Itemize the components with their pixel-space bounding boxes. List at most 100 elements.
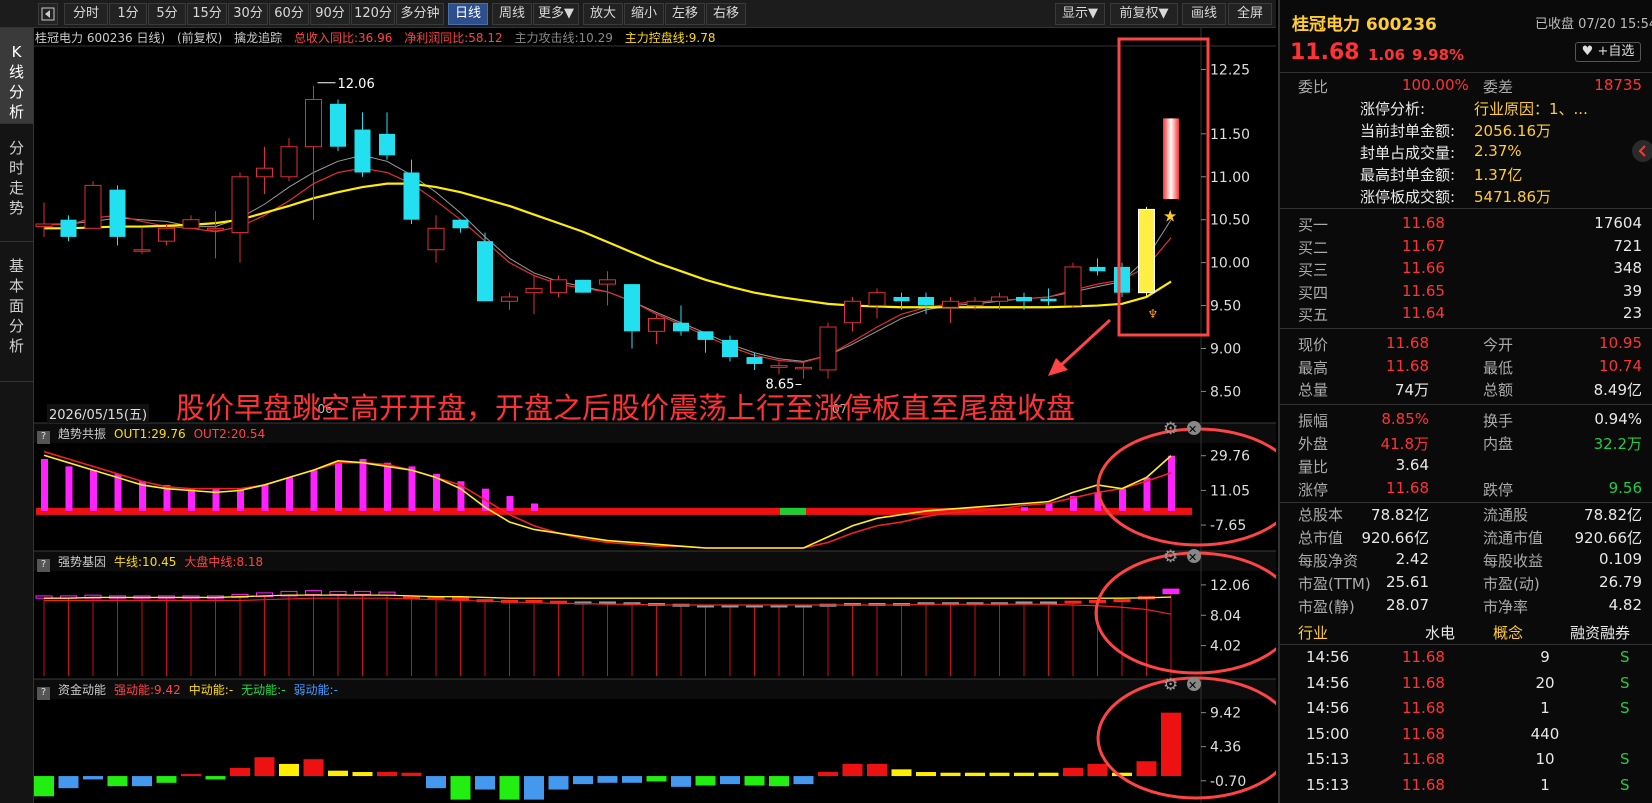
tab-intraday[interactable]: 分 时 走 势 — [0, 124, 33, 242]
momentum-bar — [1038, 772, 1059, 777]
trade-price: 11.68 — [1402, 724, 1445, 743]
histogram-bar — [408, 466, 416, 511]
ind2-name: 强势基因 — [58, 555, 107, 569]
gene-bar — [1064, 600, 1082, 604]
stat-value: 8.85% — [1381, 410, 1429, 428]
period-toolbar: 分时 1分 5分 15分 30分 60分 90分 120分 多分钟 日线 周线 更多▼ 放大 缩小 左移 右移… — [0, 0, 1276, 28]
bid-volume: 17604 — [1594, 214, 1642, 232]
candle-body — [648, 317, 665, 332]
candle-body — [452, 219, 469, 229]
momentum-bar — [303, 759, 324, 777]
y-tick-label: 12.25 — [1210, 62, 1250, 78]
ind3-l1: 强动能:9.42 — [114, 683, 181, 697]
stat-profit-yoy: 净利润同比:58.12 — [404, 31, 503, 45]
green-segment — [780, 507, 806, 515]
fund-value: 4.82 — [1608, 596, 1642, 614]
period-button[interactable]: 更多▼ — [533, 3, 579, 25]
candle-body — [575, 279, 591, 293]
tag-industry-label[interactable]: 行业 — [1298, 622, 1328, 643]
period-button[interactable]: 15分 — [187, 3, 227, 25]
candle-body — [746, 357, 763, 364]
tag-concept-label[interactable]: 概念 — [1493, 622, 1523, 643]
period-button[interactable]: 30分 — [228, 3, 268, 25]
histogram-bar — [384, 462, 391, 511]
period-button[interactable]: 日线 — [448, 3, 488, 25]
close-icon — [1187, 421, 1201, 435]
period-button[interactable]: 分时 — [64, 3, 108, 25]
gene-bar — [158, 595, 175, 599]
trade-time: 15:13 — [1306, 750, 1350, 768]
side-tabs: K 线 分 析 分 时 走 势 基 本 面 分 析 — [0, 28, 34, 803]
histogram-bar — [65, 466, 73, 511]
candle-body — [60, 219, 77, 237]
period-button[interactable]: 5分 — [148, 3, 186, 25]
bid-label: 买五 — [1298, 306, 1329, 324]
highlight-ellipse — [1096, 676, 1276, 800]
momentum-bar — [1136, 761, 1157, 777]
momentum-bar — [1112, 772, 1132, 777]
gene-bar — [1113, 599, 1131, 603]
help-icon[interactable]: ? — [37, 431, 50, 444]
gene-bar — [182, 595, 200, 599]
momentum-bar — [328, 770, 348, 777]
candle-body — [207, 227, 224, 231]
draw-line-button[interactable]: 画线 — [1182, 3, 1226, 25]
gene-bar — [966, 602, 984, 606]
period-button[interactable]: 60分 — [269, 3, 309, 25]
gene-bar — [378, 591, 396, 596]
price-change-pct: 9.98% — [1412, 46, 1465, 64]
tag-margin[interactable]: 融资融券 — [1570, 622, 1630, 643]
histogram-bar — [114, 473, 122, 511]
trade-time: 15:00 — [1306, 724, 1350, 743]
tab-kline-analysis[interactable]: K 线 分 析 — [0, 28, 33, 124]
add-favorite-button[interactable]: ♥ +自选 — [1575, 42, 1641, 62]
help-icon[interactable]: ? — [37, 687, 50, 700]
momentum-bar — [58, 776, 79, 789]
tab-fundamental[interactable]: 基 本 面 分 析 — [0, 242, 33, 382]
period-button[interactable]: 右移 — [706, 3, 746, 25]
bid-price: 11.66 — [1402, 259, 1445, 277]
gene-bar — [501, 599, 518, 603]
period-button[interactable]: 左移 — [665, 3, 705, 25]
fullscreen-button[interactable]: 全屏 — [1228, 3, 1272, 25]
momentum-bar — [940, 772, 961, 777]
gene-bar — [354, 590, 371, 595]
out2-line — [43, 450, 1172, 549]
ind3-l4: 弱动能:- — [293, 683, 338, 697]
gene-bar — [697, 604, 714, 608]
adjust-menu[interactable]: 前复权▼ — [1110, 3, 1178, 25]
momentum-bar — [401, 772, 422, 777]
period-button[interactable]: 缩小 — [624, 3, 664, 25]
histogram-bar — [506, 496, 514, 511]
candle-body — [599, 279, 616, 285]
period-button[interactable]: 90分 — [310, 3, 350, 25]
back-button[interactable] — [38, 3, 58, 25]
bid-label: 买二 — [1298, 238, 1329, 257]
y-tick-label: 4.02 — [1210, 639, 1241, 655]
gene-bar — [1162, 588, 1180, 595]
momentum-bar — [597, 776, 618, 783]
gear-icon: ⚙ — [1163, 419, 1178, 439]
tag-industry-value[interactable]: 水电 — [1425, 622, 1455, 643]
stat-label: 换手 — [1483, 412, 1514, 430]
period-button[interactable]: 120分 — [351, 3, 395, 25]
gene-bar — [1015, 601, 1033, 605]
stat-label: 振幅 — [1298, 412, 1329, 430]
ind3-l3: 无动能:- — [241, 683, 286, 697]
y-tick-label: -7.65 — [1210, 518, 1246, 534]
period-button[interactable]: 放大 — [583, 3, 623, 25]
gene-bar — [1040, 601, 1057, 605]
fund-label: 市盈(TTM) — [1298, 575, 1371, 593]
back-arrow-icon — [41, 7, 55, 21]
bid-volume: 39 — [1622, 281, 1642, 300]
display-menu[interactable]: 显示▼ — [1055, 3, 1105, 25]
ma-yellow-line — [44, 182, 1172, 309]
period-button[interactable]: 1分 — [109, 3, 147, 25]
period-button[interactable]: 多分钟 — [396, 3, 444, 25]
gene-bar — [648, 602, 665, 606]
period-button[interactable]: 周线 — [492, 3, 532, 25]
momentum-bar — [83, 776, 103, 780]
help-icon[interactable]: ? — [37, 559, 50, 572]
quote-label: 今开 — [1483, 336, 1514, 354]
collapse-button[interactable] — [1632, 140, 1652, 162]
